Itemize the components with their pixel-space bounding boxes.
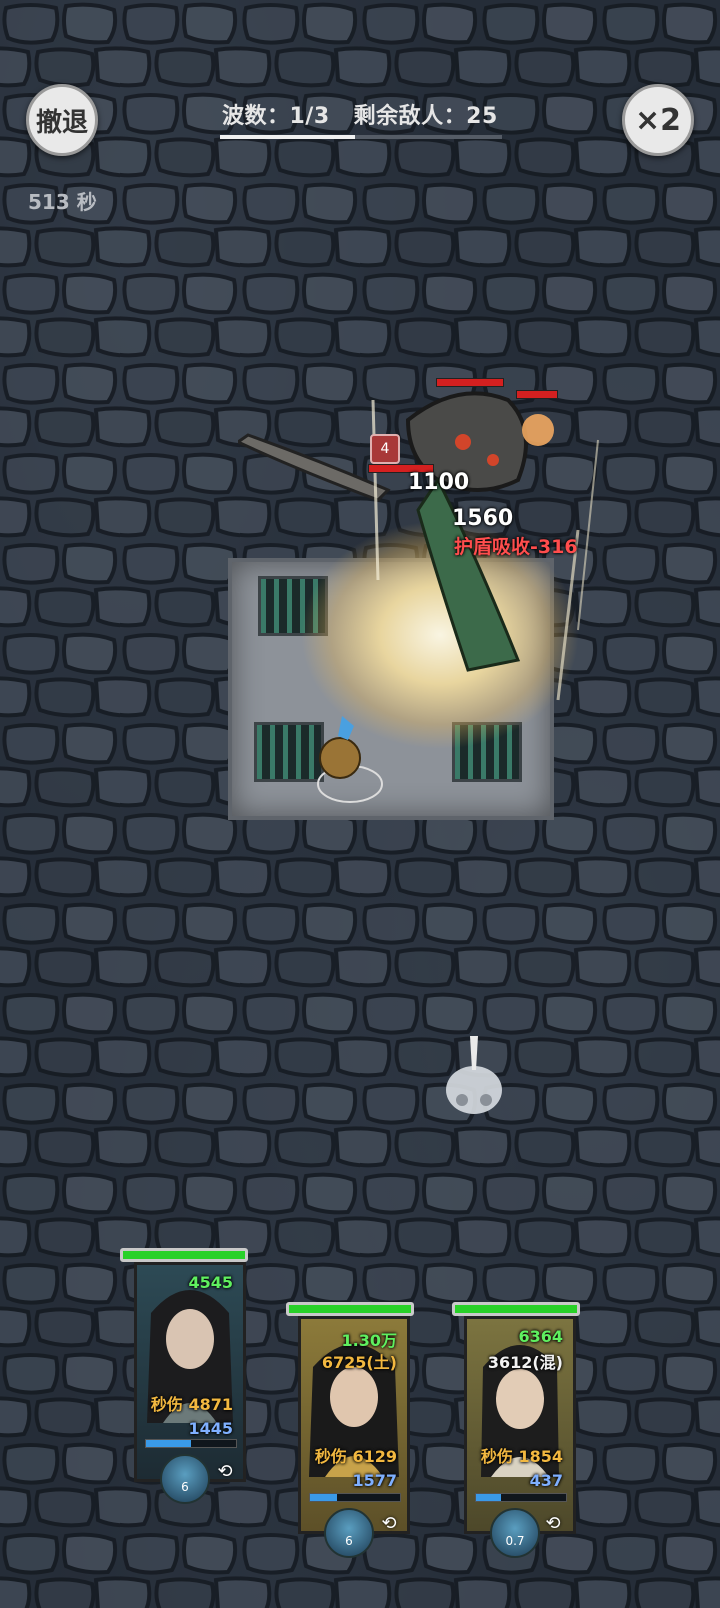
- hero-health-bar: [452, 1302, 580, 1316]
- hero-skill-button[interactable]: 0.7: [490, 1508, 540, 1558]
- damage-number: 1560: [452, 506, 514, 531]
- wave-counter: 波数：1/3: [222, 104, 330, 129]
- speed-label: ×2: [634, 102, 681, 138]
- wave-progress-fill: [220, 135, 356, 139]
- hero-mana-fill: [146, 1440, 191, 1447]
- hero-mp: 1445: [188, 1419, 233, 1438]
- enemy-health-bar: [516, 390, 558, 399]
- hero-mana-fill: [476, 1494, 502, 1501]
- hero-skill-button[interactable]: 6: [324, 1508, 374, 1558]
- hero-mana-bar: [145, 1439, 237, 1448]
- wave-info: 波数：1/3 剩余敌人：25: [222, 98, 522, 130]
- hero-health-bar: [286, 1302, 414, 1316]
- hero-card-2[interactable]: 1.30万 6725(土) 秒伤 6129 1577: [298, 1316, 410, 1534]
- shield-absorb-text: 护盾吸收-316: [454, 536, 578, 558]
- hero-mp: 1577: [352, 1471, 397, 1490]
- swap-icon[interactable]: ⟲: [214, 1460, 236, 1482]
- hero-health-fill: [455, 1305, 577, 1313]
- hero-element-stat: 6725(土): [321, 1353, 397, 1372]
- swap-icon[interactable]: ⟲: [542, 1512, 564, 1534]
- battle-timer: 513 秒: [28, 190, 97, 214]
- debuff-stack: 4: [380, 441, 390, 457]
- retreat-label: 撤退: [35, 107, 88, 138]
- skill-value: 0.7: [505, 1534, 525, 1548]
- hero-card-1[interactable]: 4545 秒伤 4871 1445: [134, 1262, 246, 1482]
- player-unit[interactable]: [312, 696, 384, 804]
- hero-mana-bar: [475, 1493, 567, 1502]
- skill-value: 6: [345, 1534, 353, 1548]
- hero-dps: 秒伤 4871: [150, 1395, 233, 1414]
- hero-health-fill: [289, 1305, 411, 1313]
- hero-mp: 437: [529, 1471, 563, 1490]
- hero-card-3[interactable]: 6364 3612(混) 秒伤 1854 437: [464, 1316, 576, 1534]
- hero-health-bar: [120, 1248, 248, 1262]
- hero-mana-fill: [310, 1494, 337, 1501]
- hero-mana-bar: [309, 1493, 401, 1502]
- hero-element-stat: 3612(混): [487, 1353, 563, 1372]
- hero-dps: 秒伤 1854: [480, 1447, 563, 1466]
- skill-value: 6: [181, 1480, 189, 1494]
- hero-hp: 6364: [518, 1327, 563, 1346]
- retreat-button[interactable]: 撤退: [26, 84, 98, 156]
- enemy-health-bar: [436, 378, 504, 387]
- hero-hp: 4545: [188, 1273, 233, 1292]
- swap-icon[interactable]: ⟲: [378, 1512, 400, 1534]
- hero-skill-button[interactable]: 6: [160, 1454, 210, 1504]
- hero-dps: 秒伤 6129: [314, 1447, 397, 1466]
- wave-progress-bar: [220, 135, 502, 139]
- ally-unit[interactable]: [440, 1030, 510, 1122]
- debuff-icon: 4: [370, 434, 400, 464]
- damage-number: 1100: [408, 470, 470, 495]
- hero-hp: 1.30万: [341, 1331, 397, 1350]
- hero-health-fill: [123, 1251, 245, 1259]
- speed-toggle-button[interactable]: ×2: [622, 84, 694, 156]
- enemies-remaining: 剩余敌人：25: [353, 104, 498, 129]
